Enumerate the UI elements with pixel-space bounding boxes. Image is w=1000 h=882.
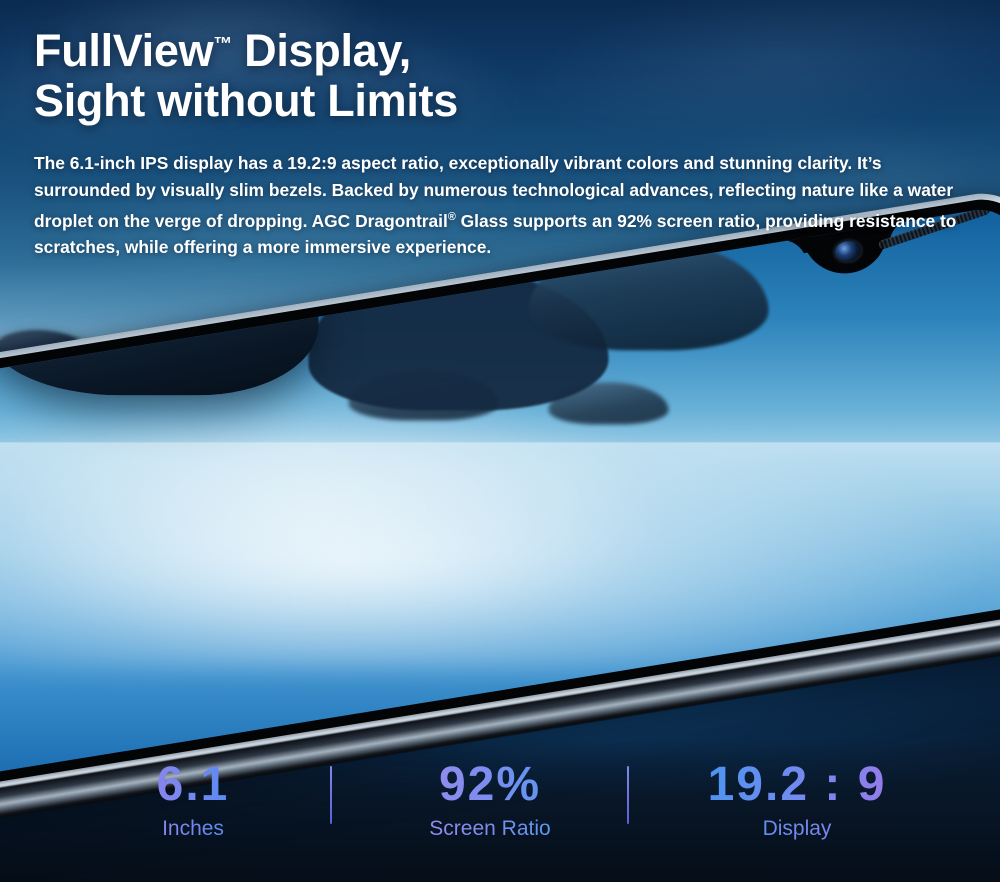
stat-value: 6.1 [118,759,268,810]
screen-wallpaper [0,204,1000,781]
stat-display-ratio: 19.2 : 9 Display [672,759,922,840]
spec-highlights: 6.1 Inches 92% Screen Ratio 19.2 : 9 Dis… [0,759,1000,872]
phone-screen [0,204,1000,781]
stat-screen-ratio: 92% Screen Ratio [400,759,580,840]
stat-value: 92% [400,759,580,810]
body-paragraph: The 6.1-inch IPS display has a 19.2:9 as… [34,150,966,261]
phone-device [0,0,1000,882]
trademark-symbol: ™ [213,34,232,55]
stat-value: 19.2 : 9 [672,759,922,810]
stat-inches: 6.1 Inches [118,759,268,840]
registered-symbol: ® [447,210,456,223]
stat-divider [330,766,332,824]
stat-label: Display [672,817,922,840]
page-title: FullView™ Display, Sight without Limits [34,25,854,127]
stat-label: Inches [118,817,268,840]
stat-label: Screen Ratio [400,817,580,840]
stat-divider [627,766,629,824]
headline-line-2: Sight without Limits [34,75,458,127]
headline-line-1: FullView™ Display, [34,25,411,76]
